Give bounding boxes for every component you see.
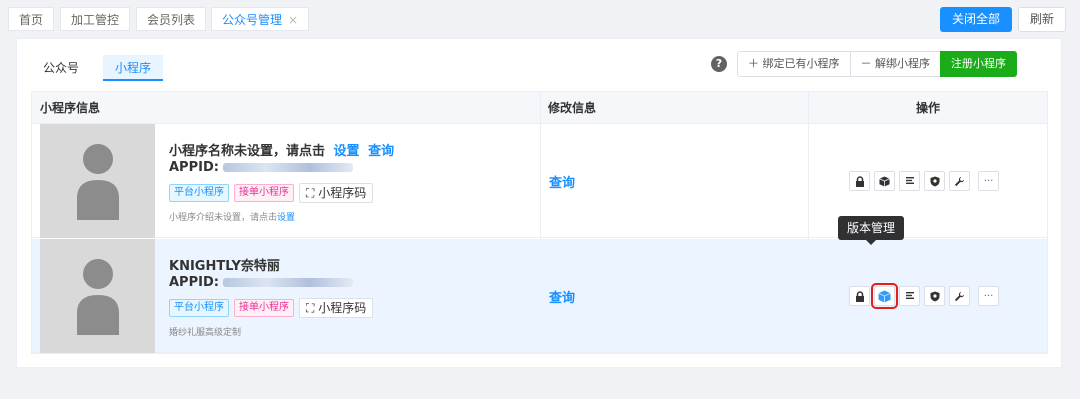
subtab-official-account[interactable]: 公众号 — [43, 55, 79, 81]
version-management-button[interactable] — [871, 283, 898, 309]
appid-label: APPID: — [169, 160, 219, 175]
appid-label: APPID: — [169, 275, 219, 290]
tag-list: 平台小程序 接单小程序 ⛶ 小程序码 — [169, 182, 539, 204]
lock-icon — [855, 290, 864, 302]
mini-program-name: KNIGHTLY奈特丽 — [169, 255, 539, 274]
avatar — [40, 239, 155, 353]
order-tag: 接单小程序 — [234, 184, 294, 202]
tab-official-accounts[interactable]: 公众号管理 × — [211, 7, 310, 31]
unbind-mini-program-button[interactable]: － 解绑小程序 — [849, 51, 941, 77]
lock-button[interactable] — [849, 171, 870, 191]
tab-home[interactable]: 首页 — [8, 7, 55, 31]
avatar — [40, 124, 155, 238]
name-text: KNIGHTLY奈特丽 — [169, 259, 280, 274]
close-all-button[interactable]: 关闭全部 — [940, 7, 1012, 32]
settings-button[interactable] — [949, 286, 970, 306]
qrcode-button[interactable]: ⛶ 小程序码 — [299, 183, 374, 203]
header-modify: 修改信息 — [548, 101, 597, 115]
row-actions: ··· — [849, 171, 1003, 191]
register-mini-program-button[interactable]: 注册小程序 — [940, 51, 1017, 77]
mini-program-description: 小程序介绍未设置，请点击设置 — [169, 210, 539, 223]
version-management-tooltip: 版本管理 — [838, 216, 904, 245]
settings-button[interactable] — [949, 171, 970, 191]
platform-tag: 平台小程序 — [169, 184, 229, 202]
shield-button[interactable] — [924, 171, 945, 191]
description-text: 小程序介绍未设置，请点击 — [169, 213, 278, 223]
order-tag: 接单小程序 — [234, 299, 294, 317]
list-button[interactable] — [899, 286, 920, 306]
query-link[interactable]: 查询 — [549, 287, 575, 306]
header-ops: 操作 — [916, 101, 941, 115]
shield-icon — [930, 291, 939, 301]
subtab-mini-program[interactable]: 小程序 — [103, 55, 164, 81]
tab-processing[interactable]: 加工管控 — [60, 7, 131, 31]
help-icon[interactable]: ? — [711, 56, 727, 72]
more-button[interactable]: ··· — [978, 286, 999, 306]
tab-official-accounts-label: 公众号管理 — [222, 13, 283, 27]
appid-redacted — [222, 163, 353, 172]
default-user-icon — [77, 259, 119, 335]
lock-icon — [855, 175, 864, 187]
tab-home-label: 首页 — [19, 13, 44, 27]
refresh-button[interactable]: 刷新 — [1018, 7, 1066, 32]
mini-program-description: 婚纱礼服高级定制 — [169, 325, 539, 338]
bind-mini-program-button[interactable]: ＋ 绑定已有小程序 — [737, 51, 851, 77]
description-text: 婚纱礼服高级定制 — [169, 328, 242, 338]
wrench-icon — [954, 176, 965, 186]
mini-program-name: 小程序名称未设置，请点击 设置 查询 — [169, 140, 539, 159]
row-actions: ··· — [849, 283, 1003, 309]
more-icon: ··· — [983, 175, 994, 187]
shield-icon — [930, 176, 939, 186]
tab-members[interactable]: 会员列表 — [136, 7, 207, 31]
header-info: 小程序信息 — [40, 101, 101, 115]
lock-button[interactable] — [849, 286, 870, 306]
list-icon — [905, 292, 914, 299]
version-management-button[interactable] — [874, 171, 895, 191]
query-link[interactable]: 查询 — [549, 172, 575, 191]
tab-processing-label: 加工管控 — [71, 13, 120, 27]
list-button[interactable] — [899, 171, 920, 191]
tab-close-icon[interactable]: × — [288, 13, 298, 27]
toolbar-button-group: ＋ 绑定已有小程序 － 解绑小程序 注册小程序 — [737, 51, 1017, 77]
more-button[interactable]: ··· — [978, 171, 999, 191]
appid-redacted — [222, 278, 353, 287]
cube-icon — [878, 290, 891, 302]
main-card: 公众号 小程序 ? ＋ 绑定已有小程序 － 解绑小程序 注册小程序 小程序信息 … — [16, 38, 1062, 368]
tab-members-label: 会员列表 — [147, 13, 196, 27]
appid: APPID: — [169, 275, 539, 295]
set-name-link[interactable]: 设置 — [334, 144, 360, 159]
mini-program-info: 小程序名称未设置，请点击 设置 查询 APPID: 平台小程序 接单小程序 ⛶ … — [169, 140, 539, 223]
page-tab-bar: 首页 加工管控 会员列表 公众号管理 × 关闭全部 刷新 — [0, 0, 1080, 38]
query-name-link[interactable]: 查询 — [368, 144, 394, 159]
mini-program-info: KNIGHTLY奈特丽 APPID: 平台小程序 接单小程序 ⛶ 小程序码 婚纱… — [169, 255, 539, 338]
name-text: 小程序名称未设置，请点击 — [169, 144, 326, 159]
shield-button[interactable] — [924, 286, 945, 306]
list-icon — [905, 177, 914, 184]
table-row: KNIGHTLY奈特丽 APPID: 平台小程序 接单小程序 ⛶ 小程序码 婚纱… — [32, 239, 1047, 353]
default-user-icon — [77, 144, 119, 220]
qrcode-button[interactable]: ⛶ 小程序码 — [299, 298, 374, 318]
platform-tag: 平台小程序 — [169, 299, 229, 317]
more-icon: ··· — [983, 290, 994, 302]
set-description-link[interactable]: 设置 — [277, 213, 295, 223]
appid: APPID: — [169, 160, 539, 180]
tag-list: 平台小程序 接单小程序 ⛶ 小程序码 — [169, 297, 539, 319]
wrench-icon — [954, 291, 965, 301]
cube-icon — [879, 175, 890, 187]
